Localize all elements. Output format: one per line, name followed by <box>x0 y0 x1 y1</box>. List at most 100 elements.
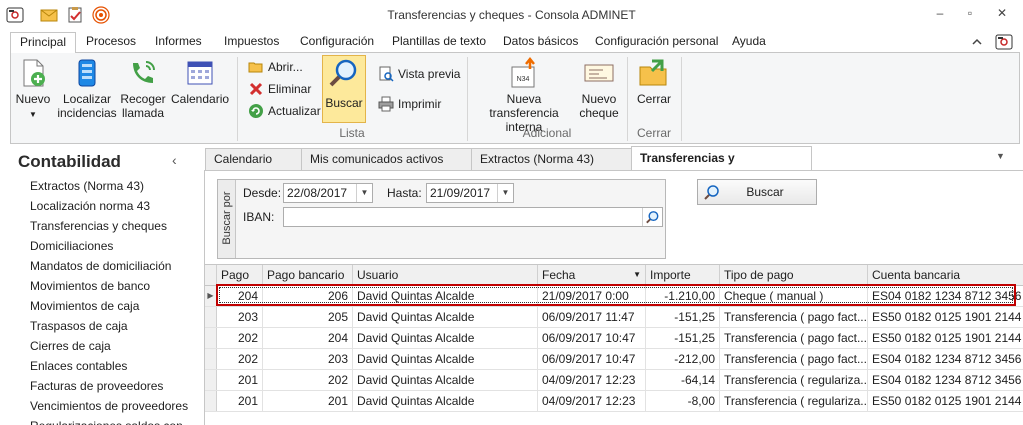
group-cerrar-label: Cerrar <box>636 126 671 140</box>
localizar-incidencias-button[interactable]: Localizar incidencias <box>57 57 117 120</box>
doc-tab-mis-comunicados[interactable]: Mis comunicados activos <box>301 148 472 170</box>
left-navigation-panel: Contabilidad ‹ Extractos (Norma 43) Loca… <box>0 144 197 425</box>
cell-tipo-de-pago: Transferencia ( regulariza... <box>720 391 868 411</box>
restore-button[interactable]: ▫ <box>960 6 980 24</box>
sort-desc-icon: ▼ <box>633 270 641 279</box>
cell-fecha: 06/09/2017 10:47 <box>538 328 646 348</box>
vista-previa-button[interactable]: Vista previa <box>378 64 460 84</box>
cell-pago-bancario: 204 <box>263 328 353 348</box>
doc-tab-calendario[interactable]: Calendario <box>205 148 302 170</box>
nuevo-cheque-button[interactable]: Nuevo cheque <box>579 57 619 120</box>
cell-fecha: 06/09/2017 10:47 <box>538 349 646 369</box>
nav-title: Contabilidad <box>18 152 121 171</box>
hasta-date-combo[interactable]: 21/09/2017 ▼ <box>426 183 514 203</box>
nav-item-facturas-proveedores[interactable]: Facturas de proveedores <box>30 377 163 395</box>
nueva-transferencia-button[interactable]: N34 Nueva transferencia interna <box>471 57 577 134</box>
nav-item-movimientos-caja[interactable]: Movimientos de caja <box>30 297 139 315</box>
table-row[interactable]: 202 204 David Quintas Alcalde 06/09/2017… <box>205 328 1023 349</box>
cell-usuario: David Quintas Alcalde <box>353 307 538 327</box>
table-row[interactable]: ▶ 204 206 David Quintas Alcalde 21/09/20… <box>205 286 1023 307</box>
desde-date-combo[interactable]: 22/08/2017 ▼ <box>283 183 373 203</box>
table-row[interactable]: 201 201 David Quintas Alcalde 04/09/2017… <box>205 391 1023 412</box>
nuevo-button[interactable]: Nuevo ▼ <box>13 57 53 122</box>
close-button[interactable]: ✕ <box>992 6 1012 24</box>
nav-item-cierres-caja[interactable]: Cierres de caja <box>30 337 111 355</box>
nav-item-domiciliaciones[interactable]: Domiciliaciones <box>30 237 113 255</box>
cell-pago-bancario: 201 <box>263 391 353 411</box>
exit-folder-icon <box>639 59 667 86</box>
row-indicator <box>205 349 217 369</box>
collapse-ribbon-icon[interactable] <box>970 35 984 49</box>
search-icon[interactable] <box>642 208 662 226</box>
abrir-button[interactable]: Abrir... <box>248 57 303 77</box>
actualizar-button[interactable]: Actualizar <box>248 101 321 121</box>
nav-item-extractos[interactable]: Extractos (Norma 43) <box>30 177 144 195</box>
table-row[interactable]: 202 203 David Quintas Alcalde 06/09/2017… <box>205 349 1023 370</box>
open-folder-icon <box>248 62 263 73</box>
cell-pago: 201 <box>217 391 263 411</box>
chevron-down-icon[interactable]: ▼ <box>497 184 513 202</box>
tab-ayuda[interactable]: Ayuda <box>723 32 775 53</box>
col-header-pago[interactable]: Pago <box>217 265 263 286</box>
cell-importe: -151,25 <box>646 328 720 348</box>
tab-principal[interactable]: Principal <box>10 32 77 53</box>
cell-importe: -64,14 <box>646 370 720 390</box>
nav-item-vencimientos-proveedores[interactable]: Vencimientos de proveedores <box>30 397 188 415</box>
doc-tab-extractos[interactable]: Extractos (Norma 43) <box>471 148 632 170</box>
nav-item-mandatos[interactable]: Mandatos de domiciliación <box>30 257 171 275</box>
tab-plantillas[interactable]: Plantillas de texto <box>383 32 495 53</box>
nav-item-movimientos-banco[interactable]: Movimientos de banco <box>30 277 150 295</box>
cell-pago: 202 <box>217 328 263 348</box>
recoger-llamada-button[interactable]: Recoger llamada <box>119 57 167 120</box>
nav-item-traspasos-caja[interactable]: Traspasos de caja <box>30 317 128 335</box>
iban-input[interactable] <box>283 207 663 227</box>
nuevo-label: Nuevo <box>15 92 51 106</box>
nav-item-regularizaciones[interactable]: Regularizaciones saldos con t... <box>30 417 197 425</box>
minimize-button[interactable]: ‒ <box>930 6 950 24</box>
table-row[interactable]: 203 205 David Quintas Alcalde 06/09/2017… <box>205 307 1023 328</box>
eliminar-button[interactable]: Eliminar <box>248 79 311 99</box>
app-menu-icon[interactable] <box>995 33 1013 51</box>
cell-usuario: David Quintas Alcalde <box>353 370 538 390</box>
calendario-button[interactable]: Calendario <box>171 57 229 106</box>
tab-list-dropdown-icon[interactable]: ▼ <box>996 151 1005 161</box>
eliminar-label: Eliminar <box>268 82 312 96</box>
tab-datos-basicos[interactable]: Datos básicos <box>494 32 587 53</box>
tab-procesos[interactable]: Procesos <box>77 32 145 53</box>
collapse-panel-icon[interactable]: ‹ <box>172 152 177 168</box>
row-indicator <box>205 391 217 411</box>
chevron-down-icon[interactable]: ▼ <box>356 184 372 202</box>
col-header-usuario[interactable]: Usuario <box>353 265 538 286</box>
col-header-fecha[interactable]: Fecha ▼ <box>538 265 646 286</box>
vista-previa-label: Vista previa <box>398 67 461 81</box>
tab-configuracion[interactable]: Configuración <box>291 32 383 53</box>
col-header-pago-bancario[interactable]: Pago bancario <box>263 265 353 286</box>
buscar-ribbon-button[interactable]: Buscar <box>322 55 366 123</box>
table-row[interactable]: 201 202 David Quintas Alcalde 04/09/2017… <box>205 370 1023 391</box>
imprimir-button[interactable]: Imprimir <box>378 94 441 114</box>
col-header-importe[interactable]: Importe <box>646 265 720 286</box>
nav-item-localizacion-norma-43[interactable]: Localización norma 43 <box>30 197 150 215</box>
iban-label: IBAN: <box>243 210 275 224</box>
nav-item-enlaces-contables[interactable]: Enlaces contables <box>30 357 127 375</box>
tab-configuracion-personal[interactable]: Configuración personal <box>586 32 727 53</box>
abrir-label: Abrir... <box>268 60 303 74</box>
cell-tipo-de-pago: Transferencia ( regulariza... <box>720 370 868 390</box>
cell-cuenta-bancaria: ES04 0182 1234 8712 3456 7 <box>872 352 1023 366</box>
tab-informes[interactable]: Informes <box>146 32 211 53</box>
col-header-cuenta-bancaria[interactable]: Cuenta bancaria <box>868 265 1023 286</box>
group-lista-label: Lista <box>339 126 365 140</box>
buscar-button[interactable]: Buscar <box>697 179 817 205</box>
cerrar-button[interactable]: Cerrar <box>631 57 677 106</box>
nueva-transferencia-label-1: Nueva transferencia <box>489 92 559 120</box>
cell-importe: -8,00 <box>646 391 720 411</box>
tab-impuestos[interactable]: Impuestos <box>215 32 288 53</box>
doc-tab-transferencias[interactable]: Transferencias y cheques✕ <box>631 146 812 187</box>
cell-fecha: 04/09/2017 12:23 <box>538 370 646 390</box>
cell-importe: -1.210,00 <box>646 286 720 306</box>
cell-importe: -151,25 <box>646 307 720 327</box>
cell-tipo-de-pago: Transferencia ( pago fact... <box>720 349 868 369</box>
col-header-tipo-de-pago[interactable]: Tipo de pago <box>720 265 868 286</box>
nav-item-transferencias-y-cheques[interactable]: Transferencias y cheques <box>30 217 167 235</box>
col-header-fecha-label: Fecha <box>542 268 576 282</box>
